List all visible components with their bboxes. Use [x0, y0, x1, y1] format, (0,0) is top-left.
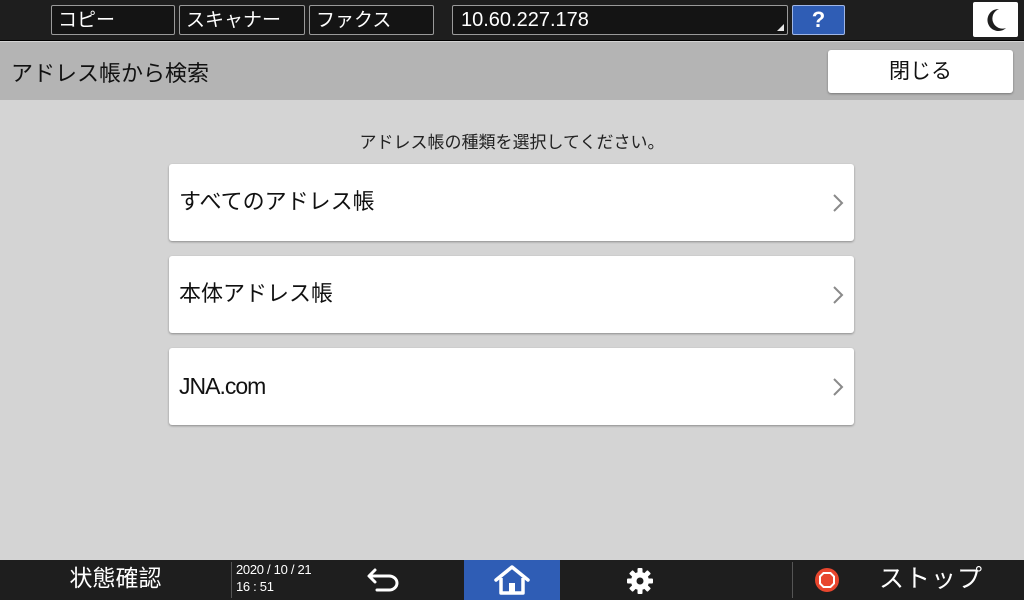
sleep-button[interactable] [973, 2, 1018, 37]
page-header: アドレス帳から検索 閉じる [0, 42, 1024, 100]
chevron-right-icon [833, 286, 844, 304]
help-label: ? [811, 7, 826, 32]
back-arrow-icon [367, 568, 399, 592]
ip-address-text: 10.60.227.178 [461, 9, 589, 31]
tab-copy[interactable]: コピー [51, 5, 175, 35]
date-text: 2020 / 10 / 21 [236, 562, 312, 577]
instruction-text: アドレス帳の種類を選択してください。 [359, 133, 665, 153]
resize-corner-icon [777, 24, 784, 31]
address-book-device[interactable]: 本体アドレス帳 [169, 256, 854, 333]
address-book-all-label: すべてのアドレス帳 [179, 190, 375, 215]
status-check-button[interactable]: 状態確認 [0, 560, 231, 600]
settings-button[interactable] [600, 560, 680, 600]
page-title: アドレス帳から検索 [11, 62, 210, 87]
date-time: 2020 / 10 / 21 16 : 51 [236, 561, 312, 595]
stop-icon [815, 568, 839, 592]
address-book-all[interactable]: すべてのアドレス帳 [169, 164, 854, 241]
time-text: 16 : 51 [236, 579, 274, 594]
chevron-right-icon [833, 378, 844, 396]
divider [231, 562, 232, 598]
ip-address-field[interactable]: 10.60.227.178 [452, 5, 788, 35]
stop-button[interactable]: ストップ [793, 560, 1024, 600]
home-button[interactable] [464, 560, 560, 600]
tab-scanner-label: スキャナー [186, 9, 282, 31]
close-label: 閉じる [889, 59, 952, 83]
home-icon [494, 565, 530, 595]
top-bar: コピー スキャナー ファクス 10.60.227.178 ? [0, 0, 1024, 41]
stop-label: ストップ [879, 564, 984, 593]
tab-scanner[interactable]: スキャナー [179, 5, 305, 35]
tab-fax-label: ファクス [316, 9, 392, 31]
bottom-bar: 状態確認 2020 / 10 / 21 16 : 51 ストップ [0, 560, 1024, 600]
help-button[interactable]: ? [792, 5, 845, 35]
address-book-jna[interactable]: JNA.com [169, 348, 854, 425]
gear-icon [627, 568, 653, 594]
address-book-jna-label: JNA.com [179, 373, 266, 399]
address-book-device-label: 本体アドレス帳 [179, 282, 334, 307]
crescent-moon-icon [987, 8, 1006, 31]
back-button[interactable] [345, 560, 425, 600]
tab-copy-label: コピー [58, 9, 116, 31]
close-button[interactable]: 閉じる [828, 50, 1013, 93]
chevron-right-icon [833, 194, 844, 212]
tab-fax[interactable]: ファクス [309, 5, 434, 35]
status-check-label: 状態確認 [69, 566, 162, 592]
